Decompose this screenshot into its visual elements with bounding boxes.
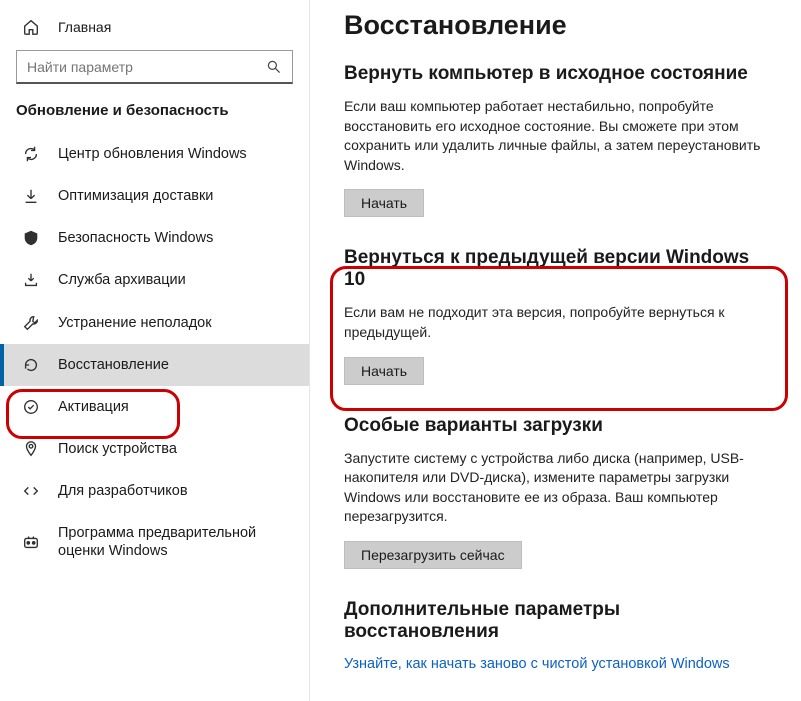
sidebar-item-label: Восстановление (58, 356, 169, 374)
sidebar-item-label: Программа предварительной оценки Windows (58, 524, 293, 560)
sidebar-item-label: Активация (58, 398, 129, 416)
section-heading: Вернуться к предыдущей версии Windows 10 (344, 247, 764, 291)
code-icon (22, 482, 40, 500)
home-icon (22, 18, 40, 36)
restart-button[interactable]: Перезагрузить сейчас (344, 541, 522, 569)
section-body: Если вам не подходит эта версия, попробу… (344, 303, 764, 342)
goback-button[interactable]: Начать (344, 357, 424, 385)
backup-icon (22, 271, 40, 289)
section-heading: Дополнительные параметры восстановления (344, 599, 764, 643)
sidebar-item-developers[interactable]: Для разработчиков (0, 470, 309, 512)
section-heading: Вернуть компьютер в исходное состояние (344, 63, 764, 85)
sidebar-item-label: Центр обновления Windows (58, 145, 247, 163)
section-previous: Вернуться к предыдущей версии Windows 10… (344, 247, 764, 384)
sidebar-item-label: Поиск устройства (58, 440, 177, 458)
sidebar-item-troubleshoot[interactable]: Устранение неполадок (0, 302, 309, 344)
section-more: Дополнительные параметры восстановления … (344, 599, 764, 672)
section-heading: Особые варианты загрузки (344, 415, 764, 437)
search-input[interactable] (27, 59, 266, 75)
shield-icon (22, 229, 40, 247)
home-row[interactable]: Главная (0, 14, 309, 50)
page-title: Восстановление (344, 10, 801, 41)
sidebar-item-label: Устранение неполадок (58, 314, 212, 332)
sidebar-item-backup[interactable]: Служба архивации (0, 259, 309, 301)
sync-icon (22, 145, 40, 163)
section-body: Если ваш компьютер работает нестабильно,… (344, 97, 764, 175)
download-icon (22, 187, 40, 205)
sidebar-item-label: Безопасность Windows (58, 229, 213, 247)
home-label: Главная (58, 19, 111, 35)
sidebar-item-label: Для разработчиков (58, 482, 188, 500)
sidebar: Главная Обновление и безопасность Центр … (0, 0, 310, 701)
sidebar-item-insider[interactable]: Программа предварительной оценки Windows (0, 512, 309, 572)
location-icon (22, 440, 40, 458)
wrench-icon (22, 314, 40, 332)
sidebar-item-update[interactable]: Центр обновления Windows (0, 133, 309, 175)
check-circle-icon (22, 398, 40, 416)
sidebar-nav: Центр обновления Windows Оптимизация дос… (0, 133, 309, 572)
search-icon (266, 59, 282, 75)
search-wrap (0, 50, 309, 102)
reset-button[interactable]: Начать (344, 189, 424, 217)
sidebar-item-label: Служба архивации (58, 271, 186, 289)
sidebar-category: Обновление и безопасность (0, 102, 309, 133)
sidebar-item-label: Оптимизация доставки (58, 187, 213, 205)
sidebar-item-delivery[interactable]: Оптимизация доставки (0, 175, 309, 217)
search-box[interactable] (16, 50, 293, 84)
sidebar-item-activation[interactable]: Активация (0, 386, 309, 428)
recovery-icon (22, 356, 40, 374)
sidebar-item-security[interactable]: Безопасность Windows (0, 217, 309, 259)
main-content: Восстановление Вернуть компьютер в исход… (310, 0, 801, 701)
section-advanced: Особые варианты загрузки Запустите систе… (344, 415, 764, 569)
insider-icon (22, 533, 40, 551)
section-reset: Вернуть компьютер в исходное состояние Е… (344, 63, 764, 217)
sidebar-item-recovery[interactable]: Восстановление (0, 344, 309, 386)
fresh-start-link[interactable]: Узнайте, как начать заново с чистой уста… (344, 656, 730, 672)
section-body: Запустите систему с устройства либо диск… (344, 449, 764, 527)
sidebar-item-finddevice[interactable]: Поиск устройства (0, 428, 309, 470)
